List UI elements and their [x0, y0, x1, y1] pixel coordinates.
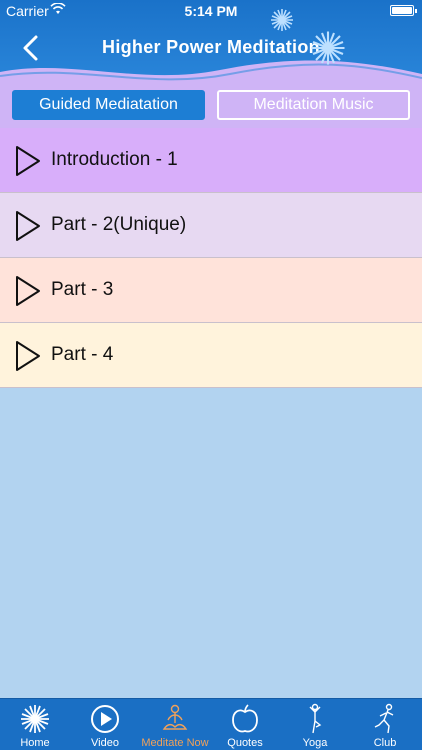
starburst-icon: [271, 9, 293, 31]
running-figure-icon: [374, 703, 394, 734]
sun-icon: [21, 705, 49, 733]
play-icon[interactable]: [14, 145, 42, 177]
bottom-tab-bar: Home Video Meditate Now Quotes Yoga Club: [0, 698, 422, 750]
navigation-header: Carrier 5:14 PM Higher Power Meditation: [0, 0, 422, 84]
starburst-icon: [311, 31, 345, 65]
tabbar-label: Home: [20, 737, 50, 749]
tabbar-label: Quotes: [227, 737, 263, 749]
play-icon[interactable]: [14, 210, 42, 242]
track-row-introduction-1[interactable]: Introduction - 1: [0, 128, 422, 193]
tabbar-label: Club: [373, 737, 397, 749]
tabbar-label: Video: [91, 737, 119, 749]
meditation-pose-icon: [162, 704, 188, 730]
track-label: Introduction - 1: [51, 149, 178, 170]
tabbar-label: Meditate Now: [141, 737, 209, 749]
tabbar-label: Yoga: [302, 737, 328, 749]
tab-meditation-music[interactable]: Meditation Music: [217, 90, 410, 120]
tabbar-item-quotes[interactable]: Quotes: [210, 699, 280, 750]
battery-icon: [390, 5, 417, 16]
header-wave-decoration: [0, 60, 422, 84]
play-circle-icon: [91, 705, 119, 733]
track-list: Introduction - 1 Part - 2(Unique) Part -…: [0, 128, 422, 388]
page-title: Higher Power Meditation: [102, 37, 320, 57]
track-label: Part - 3: [51, 279, 114, 300]
track-row-part-3[interactable]: Part - 3: [0, 258, 422, 323]
tabbar-item-yoga[interactable]: Yoga: [280, 699, 350, 750]
track-row-part-4[interactable]: Part - 4: [0, 323, 422, 388]
tabbar-item-meditate-now[interactable]: Meditate Now: [140, 699, 210, 750]
status-time: 5:14 PM: [184, 3, 238, 19]
track-row-part-2[interactable]: Part - 2(Unique): [0, 193, 422, 258]
tab-guided-meditation[interactable]: Guided Mediatation: [12, 90, 205, 120]
status-bar: Carrier 5:14 PM: [0, 0, 422, 22]
yoga-pose-icon: [309, 703, 322, 734]
tabbar-item-home[interactable]: Home: [0, 699, 70, 750]
play-icon[interactable]: [14, 340, 42, 372]
segmented-control: Guided Mediatation Meditation Music: [0, 84, 422, 128]
track-label: Part - 4: [51, 344, 114, 365]
tabbar-item-video[interactable]: Video: [70, 699, 140, 750]
track-label: Part - 2(Unique): [51, 214, 187, 235]
play-icon[interactable]: [14, 275, 42, 307]
apple-icon: [232, 704, 258, 733]
tabbar-item-club[interactable]: Club: [350, 699, 420, 750]
